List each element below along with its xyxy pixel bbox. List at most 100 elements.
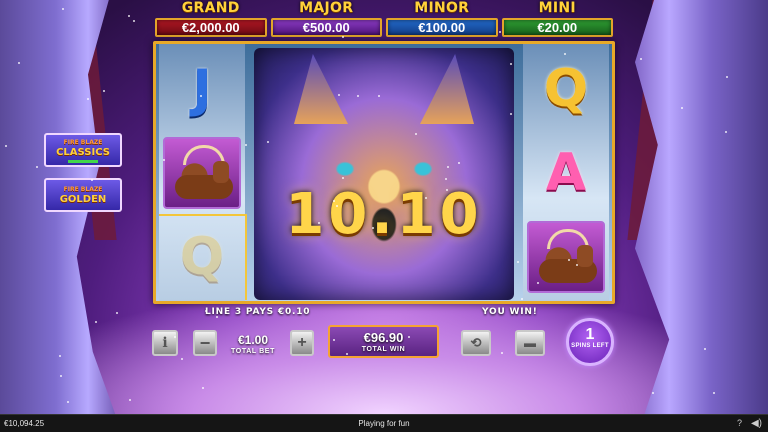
snowflake <box>67 401 69 403</box>
snowflake <box>726 76 728 78</box>
spins-left-label: SPINS LEFT <box>571 343 609 349</box>
jackpot-value: €100.00 <box>386 18 498 37</box>
snowflake <box>681 107 683 109</box>
snowflake <box>447 166 449 168</box>
symbol-q: Q <box>543 59 589 119</box>
snowflake <box>510 63 512 65</box>
jackpot-bar: GRAND €2,000.00 MAJOR €500.00 MINOR €100… <box>155 0 613 40</box>
snowflake <box>103 90 105 92</box>
reel-cell: J <box>159 46 245 132</box>
snowflake <box>537 282 539 284</box>
snowflake <box>318 222 320 224</box>
line-pays-message: LINE 3 PAYS €0.10 <box>205 307 311 317</box>
info-icon: i <box>162 335 168 351</box>
snowflake <box>200 95 202 97</box>
snowflake <box>408 336 410 338</box>
snowflake <box>174 336 176 338</box>
snowflake <box>415 133 417 135</box>
jackpot-label: GRAND <box>181 0 240 16</box>
snowflake <box>564 53 566 55</box>
fire-blaze-golden-button[interactable]: FIRE BLAZE GOLDEN <box>44 178 122 212</box>
wolf-icon <box>254 48 514 300</box>
snowflake <box>181 358 183 360</box>
plus-icon: + <box>297 334 307 351</box>
side-button-title: CLASSICS <box>56 146 110 158</box>
turbo-button[interactable]: ▬ <box>515 330 545 356</box>
snowflake <box>59 355 61 357</box>
snowflake <box>713 392 715 394</box>
increase-bet-button[interactable]: + <box>290 330 314 356</box>
win-amount: 10.10 <box>285 182 483 247</box>
snowflake <box>372 227 374 229</box>
reel-1: J Q <box>159 44 245 301</box>
snowflake <box>342 36 344 38</box>
total-win-value: €96.90 <box>363 330 404 345</box>
jackpot-label: MINI <box>538 0 576 16</box>
snowflake <box>129 399 131 401</box>
snowflake <box>62 8 64 10</box>
you-win-message: YOU WIN! <box>482 307 538 317</box>
snowflake <box>640 58 642 60</box>
snowflake <box>521 298 523 300</box>
snowflake <box>205 310 207 312</box>
snowflake <box>333 200 335 202</box>
snowflake <box>5 145 7 147</box>
snowflake <box>378 95 380 97</box>
snowflake <box>458 162 460 164</box>
help-icon[interactable]: ? <box>737 415 742 432</box>
snowflake <box>568 259 570 261</box>
snowflake <box>425 197 427 199</box>
sound-icon[interactable]: ◀) <box>751 415 762 432</box>
snowflake <box>267 141 269 143</box>
jackpot-mini: MINI €20.00 <box>501 0 613 40</box>
snowflake <box>725 131 727 133</box>
spins-left-value: 1 <box>585 326 595 343</box>
snowflake <box>116 312 118 314</box>
spin-button[interactable]: 1 SPINS LEFT <box>566 318 614 366</box>
jackpot-value: €20.00 <box>501 18 613 37</box>
reel-5: Q A <box>523 44 609 301</box>
snowflake <box>704 348 706 350</box>
reel-grid: J Q Q A 10.10 <box>153 41 615 304</box>
fire-blaze-classics-button[interactable]: FIRE BLAZE CLASSICS <box>44 133 122 167</box>
info-button[interactable]: i <box>152 330 178 356</box>
snowflake <box>163 159 165 161</box>
snowflake <box>576 264 578 266</box>
play-mode: Playing for fun <box>358 419 410 428</box>
snowflake <box>342 177 344 179</box>
snowflake <box>18 62 20 64</box>
jackpot-minor: MINOR €100.00 <box>386 0 498 40</box>
status-bar: €10,094.25 Playing for fun ? ◀) <box>0 414 768 432</box>
autoplay-icon: ⟲ <box>470 335 482 350</box>
progress-bar <box>68 159 98 163</box>
snowflake <box>421 9 423 11</box>
snowflake <box>133 20 135 22</box>
decrease-bet-button[interactable]: − <box>193 330 217 356</box>
jackpot-major: MAJOR €500.00 <box>270 0 382 40</box>
jackpot-label: MAJOR <box>299 0 354 16</box>
snowflake <box>338 94 340 96</box>
side-button-title: GOLDEN <box>59 194 107 205</box>
snowflake <box>333 339 335 341</box>
turbo-icon: ▬ <box>524 336 536 350</box>
snowflake <box>91 179 93 181</box>
snowflake <box>501 352 503 354</box>
snowflake <box>357 95 359 97</box>
snowflake <box>87 98 89 100</box>
total-bet-value: €1.00 <box>237 333 269 347</box>
game-stage: GRAND €2,000.00 MAJOR €500.00 MINOR €100… <box>0 0 768 432</box>
snowflake <box>510 113 512 115</box>
reel-cell: Q <box>523 46 609 132</box>
minus-icon: − <box>199 332 211 353</box>
snowflake <box>245 144 247 146</box>
snowflake <box>336 205 338 207</box>
snowflake <box>216 316 218 318</box>
snowflake <box>445 178 447 180</box>
jackpot-grand: GRAND €2,000.00 <box>155 0 267 40</box>
snowflake <box>128 15 130 17</box>
snowflake <box>652 392 654 394</box>
symbol-j: J <box>192 59 212 119</box>
snowflake <box>517 261 519 263</box>
autoplay-button[interactable]: ⟲ <box>461 330 491 356</box>
snowflake <box>499 31 501 33</box>
